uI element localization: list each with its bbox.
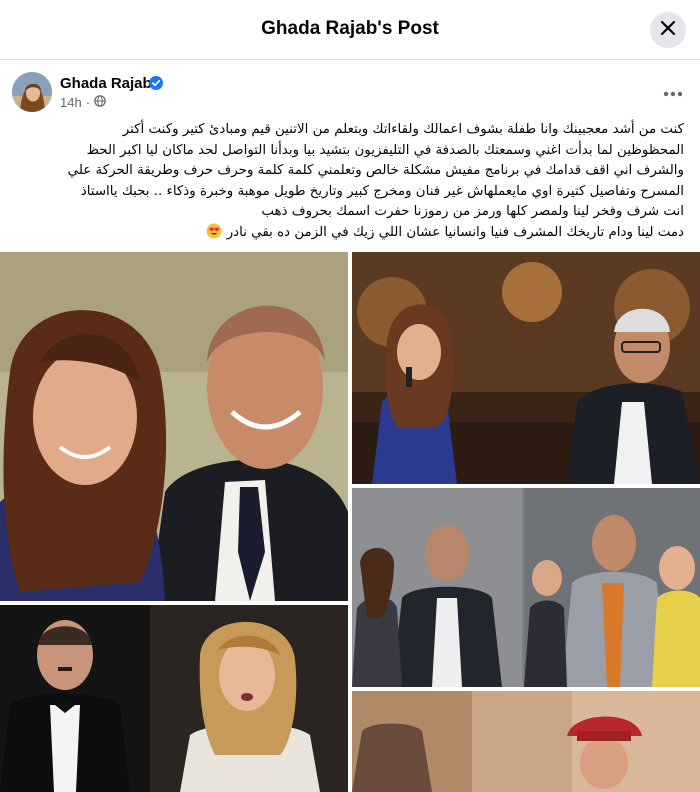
avatar[interactable]	[12, 72, 52, 112]
photo-stage-singer[interactable]	[352, 252, 700, 484]
verified-badge-icon	[149, 76, 163, 95]
photo-group-wax-figure[interactable]	[352, 488, 700, 687]
dot-separator: ·	[85, 95, 91, 110]
photo-grid	[0, 252, 700, 792]
post-text-line: انت شرف وفخر لينا ولمصر كلها ورمز من رمو…	[261, 204, 684, 219]
post-text-line: كنت من أشد معجبينك وانا طفلة بشوف اعمالك…	[122, 122, 684, 137]
heart-eyes-emoji-icon	[206, 223, 222, 239]
post-text-line: دمت لينا ودام تاريخك المشرف فنيا وانساني…	[226, 224, 684, 240]
close-icon	[660, 20, 676, 41]
photo-stage-performance[interactable]	[0, 605, 348, 792]
post-text-line: والشرف اني اقف قدامك في برنامج مفيش مشكل…	[67, 163, 684, 178]
post-text-line: المحظوظين لما بدأت اغني وسمعتك بالصدفة ف…	[86, 142, 684, 158]
more-options-button[interactable]	[658, 78, 688, 108]
more-icon	[663, 84, 683, 102]
post-meta: 14h ·	[60, 95, 106, 110]
photo-selfie-couple[interactable]	[0, 252, 348, 601]
post-text-line-last: دمت لينا ودام تاريخك المشرف فنيا وانساني…	[16, 223, 684, 244]
author-name[interactable]: Ghada Rajab	[60, 75, 152, 92]
close-button[interactable]	[650, 12, 686, 48]
globe-icon[interactable]	[94, 95, 106, 110]
post-time[interactable]: 14h	[60, 95, 82, 110]
post-author-row: Ghada Rajab 14h ·	[12, 72, 688, 114]
post-dialog-header: Ghada Rajab's Post	[0, 0, 700, 60]
photo-partial-bottom[interactable]	[352, 691, 700, 792]
post-text-line: المسرح وتفاصيل كتيرة اوي مايعملهاش غير ف…	[80, 183, 684, 199]
post-text: كنت من أشد معجبينك وانا طفلة بشوف اعمالك…	[16, 120, 684, 243]
dialog-title: Ghada Rajab's Post	[261, 18, 439, 39]
